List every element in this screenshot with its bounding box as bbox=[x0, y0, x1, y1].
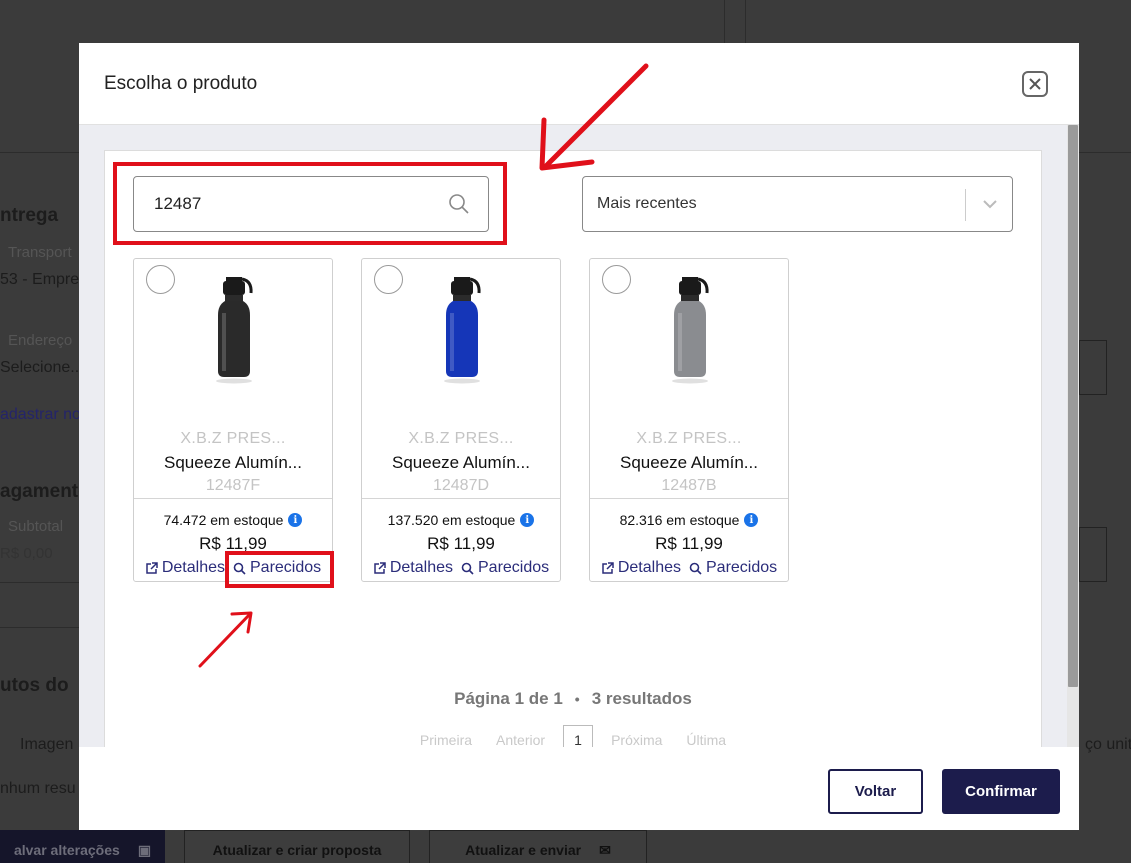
product-price: R$ 11,99 bbox=[655, 534, 723, 553]
search-icon bbox=[689, 562, 702, 575]
modal-title: Escolha o produto bbox=[104, 72, 258, 94]
product-price: R$ 11,99 bbox=[427, 534, 495, 553]
page-info: Página 1 de 1 bbox=[454, 689, 563, 708]
product-name: Squeeze Alumín... bbox=[392, 453, 530, 472]
pagination: Primeira Anterior 1 Próxima Última bbox=[105, 725, 1041, 747]
divider bbox=[965, 189, 966, 221]
similar-link[interactable]: Parecidos bbox=[689, 559, 777, 577]
background-field bbox=[1079, 340, 1107, 395]
bottle-icon bbox=[672, 277, 709, 384]
stock-info: 137.520 em estoque i bbox=[362, 512, 560, 528]
sort-selected-value: Mais recentes bbox=[597, 195, 697, 212]
divider bbox=[0, 152, 79, 153]
product-image bbox=[134, 275, 334, 395]
info-icon[interactable]: i bbox=[288, 513, 303, 527]
product-brand: X.B.Z PRES... bbox=[408, 430, 514, 447]
stock-text: 82.316 em estoque bbox=[619, 512, 740, 528]
arrow-annotation-icon bbox=[198, 611, 253, 668]
product-code: 12487B bbox=[661, 477, 717, 494]
details-link[interactable]: Detalhes bbox=[373, 559, 453, 577]
bottle-icon bbox=[216, 277, 253, 384]
close-button[interactable] bbox=[1022, 71, 1048, 97]
scrollbar-thumb[interactable] bbox=[1068, 125, 1078, 687]
info-icon[interactable]: i bbox=[520, 513, 535, 527]
background-field bbox=[1079, 527, 1107, 582]
update-send-button[interactable]: Atualizar e enviar ✉ bbox=[429, 830, 647, 863]
divider bbox=[1079, 152, 1131, 153]
divider bbox=[590, 498, 788, 499]
modal-footer: Voltar Confirmar bbox=[79, 747, 1079, 830]
product-card[interactable]: X.B.Z PRES... Squeeze Alumín... 12487B 82.3… bbox=[589, 258, 789, 582]
stock-text: 74.472 em estoque bbox=[163, 512, 284, 528]
save-icon: ▣ bbox=[137, 841, 152, 858]
details-link[interactable]: Detalhes bbox=[601, 559, 681, 577]
external-link-icon bbox=[146, 561, 158, 574]
pagination-next[interactable]: Próxima bbox=[599, 732, 674, 747]
similar-link[interactable]: Parecidos bbox=[461, 559, 549, 577]
scrollbar[interactable] bbox=[1067, 125, 1079, 747]
search-icon bbox=[461, 562, 474, 575]
product-image bbox=[362, 275, 562, 395]
external-link-icon bbox=[374, 561, 386, 574]
product-name: Squeeze Alumín... bbox=[620, 453, 758, 472]
external-link-icon bbox=[602, 561, 614, 574]
column-unit-price-header: ço unit bbox=[1085, 736, 1131, 753]
payment-section-title: agamento bbox=[0, 481, 90, 502]
pagination-last[interactable]: Última bbox=[674, 732, 738, 747]
close-icon bbox=[1029, 78, 1041, 90]
similar-highlight-box bbox=[225, 551, 334, 588]
address-label: Endereço bbox=[8, 332, 73, 349]
transport-label: Transport bbox=[8, 244, 72, 261]
card-links: Detalhes Parecidos bbox=[362, 559, 560, 577]
subtotal-value: R$ 0,00 bbox=[0, 545, 53, 562]
divider bbox=[745, 0, 746, 43]
pagination-summary: Página 1 de 1 • 3 resultados bbox=[454, 689, 692, 708]
column-image-header: Imagen bbox=[20, 736, 74, 753]
arrow-annotation-icon bbox=[539, 63, 649, 171]
stock-info: 82.316 em estoque i bbox=[590, 512, 788, 528]
divider bbox=[362, 498, 560, 499]
products-section-title: utos do bbox=[0, 675, 69, 696]
card-links: Detalhes Parecidos bbox=[590, 559, 788, 577]
confirm-button[interactable]: Confirmar bbox=[942, 769, 1060, 814]
search-highlight-box bbox=[113, 162, 507, 245]
update-create-proposal-button[interactable]: Atualizar e criar proposta bbox=[184, 830, 410, 863]
divider bbox=[724, 0, 725, 43]
pagination-prev[interactable]: Anterior bbox=[484, 732, 557, 747]
company-value: 53 - Empres bbox=[0, 271, 88, 288]
subtotal-label: Subtotal bbox=[8, 518, 64, 535]
divider bbox=[0, 627, 79, 628]
product-image bbox=[590, 275, 790, 395]
product-card[interactable]: X.B.Z PRES... Squeeze Alumín... 12487D 137.… bbox=[361, 258, 561, 582]
sort-select[interactable]: Mais recentes bbox=[582, 176, 1013, 232]
details-link[interactable]: Detalhes bbox=[145, 559, 225, 577]
back-button[interactable]: Voltar bbox=[828, 769, 923, 814]
product-code: 12487D bbox=[432, 477, 490, 494]
divider bbox=[0, 582, 79, 583]
save-changes-button[interactable]: alvar alterações ▣ bbox=[0, 830, 165, 863]
chevron-down-icon[interactable] bbox=[982, 197, 998, 211]
delivery-section-title: ntrega bbox=[0, 205, 59, 226]
product-brand: X.B.Z PRES... bbox=[636, 430, 742, 447]
stock-info: 74.472 em estoque i bbox=[134, 512, 332, 528]
register-link[interactable]: adastrar no bbox=[0, 406, 81, 424]
empty-results-text: nhum resu bbox=[0, 780, 76, 797]
info-icon[interactable]: i bbox=[744, 513, 759, 527]
product-brand: X.B.Z PRES... bbox=[180, 430, 286, 447]
pagination-first[interactable]: Primeira bbox=[408, 732, 484, 747]
results-count: 3 resultados bbox=[591, 689, 692, 708]
stock-text: 137.520 em estoque bbox=[387, 512, 516, 528]
bottle-icon bbox=[444, 277, 481, 384]
address-select[interactable]: Selecione... bbox=[0, 359, 84, 377]
mail-icon: ✉ bbox=[599, 841, 611, 858]
product-name: Squeeze Alumín... bbox=[164, 453, 302, 472]
divider bbox=[134, 498, 332, 499]
product-code: 12487F bbox=[205, 477, 261, 494]
product-card[interactable]: X.B.Z PRES... Squeeze Alumín... 12487F 74.4… bbox=[133, 258, 333, 582]
pagination-current[interactable]: 1 bbox=[563, 725, 594, 747]
